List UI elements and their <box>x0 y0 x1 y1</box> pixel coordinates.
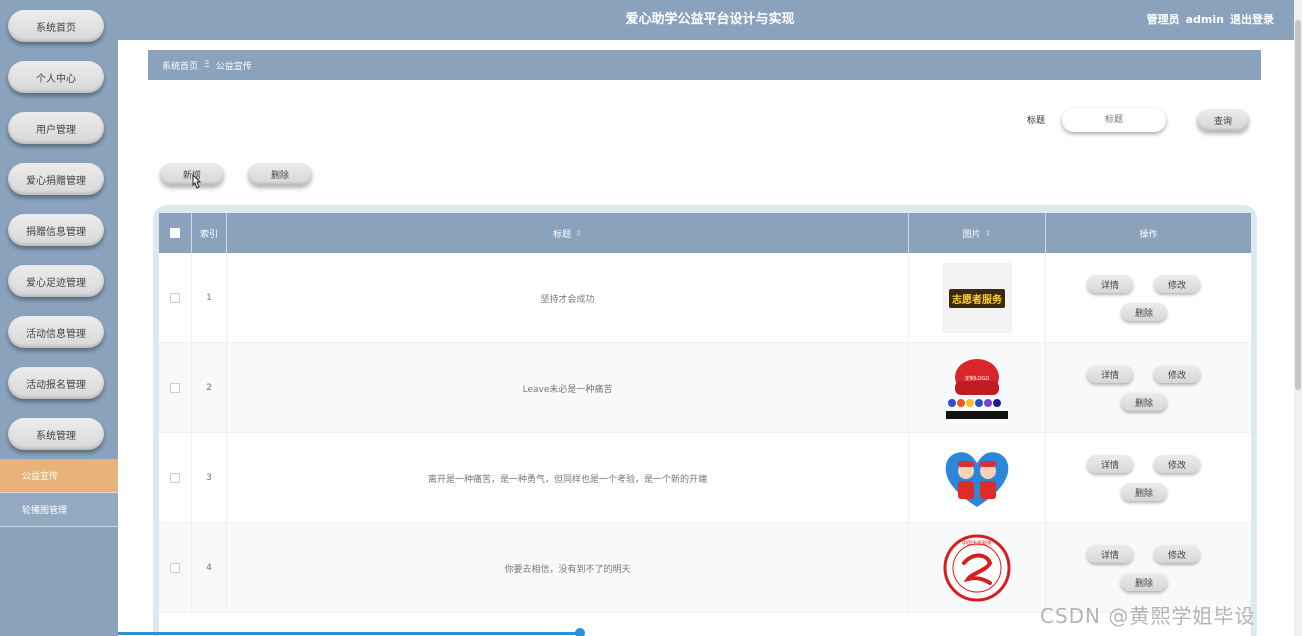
logout-link[interactable]: 退出登录 <box>1230 13 1274 26</box>
select-all-checkbox[interactable] <box>170 228 180 238</box>
row-index: 4 <box>192 523 227 613</box>
search-input[interactable] <box>1062 108 1166 132</box>
sidebar-item-footprints[interactable]: 爱心足迹管理 <box>8 265 104 297</box>
top-bar: 爱心助学公益平台设计与实现 管理员 admin 退出登录 <box>118 0 1302 40</box>
row-checkbox[interactable] <box>170 293 180 303</box>
row-image-cell: 中国志愿服务 <box>909 523 1046 613</box>
row-image-cell: 志愿者服务 <box>909 253 1046 343</box>
row-thumbnail: 志愿者服务 <box>942 263 1012 333</box>
breadcrumb-separator-icon: Ξ <box>204 60 210 70</box>
scrollbar-thumb[interactable] <box>1295 20 1301 390</box>
sort-icon[interactable]: ⇕ <box>575 229 582 238</box>
app-title: 爱心助学公益平台设计与实现 <box>625 12 795 27</box>
sidebar-item-home[interactable]: 系统首页 <box>8 10 104 42</box>
edit-button[interactable]: 修改 <box>1154 275 1200 293</box>
vertical-scrollbar[interactable] <box>1294 0 1302 636</box>
row-actions-cell: 详情 修改 删除 <box>1046 433 1251 523</box>
china-volunteer-seal-image: 中国志愿服务 <box>943 534 1011 602</box>
sidebar-item-activities[interactable]: 活动信息管理 <box>8 316 104 348</box>
delete-button[interactable]: 删除 <box>1121 303 1167 321</box>
table-row: 3 离开是一种痛苦，是一种勇气，但同样也是一个考验，是一个新的开端 详情 修改 … <box>159 433 1251 523</box>
sidebar-item-profile[interactable]: 个人中心 <box>8 61 104 93</box>
sidebar-item-system[interactable]: 系统管理 <box>8 418 104 450</box>
user-role: 管理员 <box>1146 13 1180 26</box>
cursor-icon <box>192 174 202 189</box>
row-checkbox[interactable] <box>170 473 180 483</box>
sidebar-item-donations[interactable]: 爱心捐赠管理 <box>8 163 104 195</box>
row-select-cell[interactable] <box>159 343 192 433</box>
row-checkbox[interactable] <box>170 383 180 393</box>
row-image-cell: 定制LOGO <box>909 343 1046 433</box>
username: admin <box>1185 13 1224 26</box>
user-info: 管理员 admin 退出登录 <box>1141 0 1274 40</box>
horizontal-scroll-track[interactable] <box>118 632 582 635</box>
horizontal-scroll-knob[interactable] <box>575 628 585 636</box>
edit-button[interactable]: 修改 <box>1154 365 1200 383</box>
column-header-image[interactable]: 图片 ⇕ <box>909 213 1046 253</box>
volunteer-logo-image: 志愿者服务 <box>949 288 1005 308</box>
row-actions-cell: 详情 修改 删除 <box>1046 253 1251 343</box>
row-actions-cell: 详情 修改 删除 <box>1046 343 1251 433</box>
row-thumbnail: 定制LOGO <box>942 353 1012 423</box>
delete-button[interactable]: 删除 <box>1121 573 1167 591</box>
row-thumbnail: 中国志愿服务 <box>942 533 1012 603</box>
sidebar-item-registrations[interactable]: 活动报名管理 <box>8 367 104 399</box>
row-checkbox[interactable] <box>170 563 180 573</box>
sidebar-subitem-carousel[interactable]: 轮播图管理 <box>0 493 118 527</box>
table-row: 2 Leave未必是一种痛苦 定制LOGO 详情 修改 删除 <box>159 343 1251 433</box>
row-title: Leave未必是一种痛苦 <box>227 343 909 433</box>
row-title: 你要去相信，没有到不了的明天 <box>227 523 909 613</box>
row-select-cell[interactable] <box>159 253 192 343</box>
table-row: 1 坚持才会成功 志愿者服务 详情 修改 删除 <box>159 253 1251 343</box>
column-header-title[interactable]: 标题 ⇕ <box>227 213 909 253</box>
breadcrumb: 系统首页 Ξ 公益宣传 <box>148 50 1261 80</box>
row-title: 坚持才会成功 <box>227 253 909 343</box>
sidebar-item-users[interactable]: 用户管理 <box>8 112 104 144</box>
watermark: CSDN @黄熙学姐毕设 <box>1040 604 1256 628</box>
heart-volunteers-image <box>945 452 1009 507</box>
sidebar: 系统首页 个人中心 用户管理 爱心捐赠管理 捐赠信息管理 爱心足迹管理 活动信息… <box>0 0 118 636</box>
breadcrumb-home[interactable]: 系统首页 <box>162 59 198 72</box>
sort-icon[interactable]: ⇕ <box>985 229 992 238</box>
detail-button[interactable]: 详情 <box>1087 275 1133 293</box>
row-index: 1 <box>192 253 227 343</box>
detail-button[interactable]: 详情 <box>1087 365 1133 383</box>
delete-button[interactable]: 删除 <box>1121 483 1167 501</box>
red-cap-image: 定制LOGO <box>946 359 1008 419</box>
sidebar-subitem-publicity[interactable]: 公益宣传 <box>0 459 118 493</box>
breadcrumb-current: 公益宣传 <box>215 61 252 72</box>
detail-button[interactable]: 详情 <box>1087 545 1133 563</box>
svg-text:中国志愿服务: 中国志愿服务 <box>962 540 992 547</box>
search-button[interactable]: 查询 <box>1197 109 1249 131</box>
row-thumbnail <box>942 443 1012 513</box>
column-header-actions: 操作 <box>1139 229 1158 240</box>
table-header: 索引 标题 ⇕ 图片 ⇕ 操作 <box>159 213 1251 253</box>
sidebar-item-donation-info[interactable]: 捐赠信息管理 <box>8 214 104 246</box>
row-title: 离开是一种痛苦，是一种勇气，但同样也是一个考验，是一个新的开端 <box>227 433 909 523</box>
row-select-cell[interactable] <box>159 433 192 523</box>
data-table: 索引 标题 ⇕ 图片 ⇕ 操作 1 坚持才会成功 志愿者服务 详情 修改 删除 2 … <box>159 213 1251 636</box>
edit-button[interactable]: 修改 <box>1154 455 1200 473</box>
batch-delete-button[interactable]: 删除 <box>248 163 312 185</box>
delete-button[interactable]: 删除 <box>1121 393 1167 411</box>
row-index: 3 <box>192 433 227 523</box>
row-select-cell[interactable] <box>159 523 192 613</box>
detail-button[interactable]: 详情 <box>1087 455 1133 473</box>
column-header-index: 索引 <box>192 213 227 253</box>
svg-text:定制LOGO: 定制LOGO <box>965 375 989 382</box>
select-all-cell[interactable] <box>159 213 192 253</box>
search-label: 标题 <box>1027 116 1046 126</box>
row-index: 2 <box>192 343 227 433</box>
edit-button[interactable]: 修改 <box>1154 545 1200 563</box>
row-image-cell <box>909 433 1046 523</box>
